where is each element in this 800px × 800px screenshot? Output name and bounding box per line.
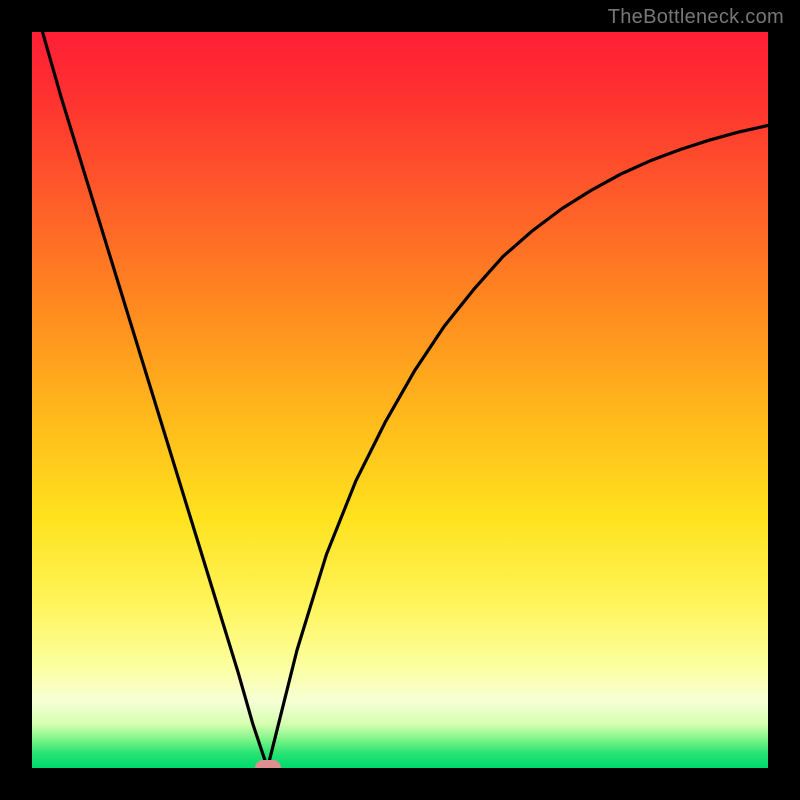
- chart-frame: TheBottleneck.com: [0, 0, 800, 800]
- curve-path: [32, 32, 768, 768]
- bottleneck-curve: [32, 32, 768, 768]
- plot-area: [32, 32, 768, 768]
- optimum-marker: [255, 760, 281, 768]
- watermark-text: TheBottleneck.com: [608, 6, 784, 29]
